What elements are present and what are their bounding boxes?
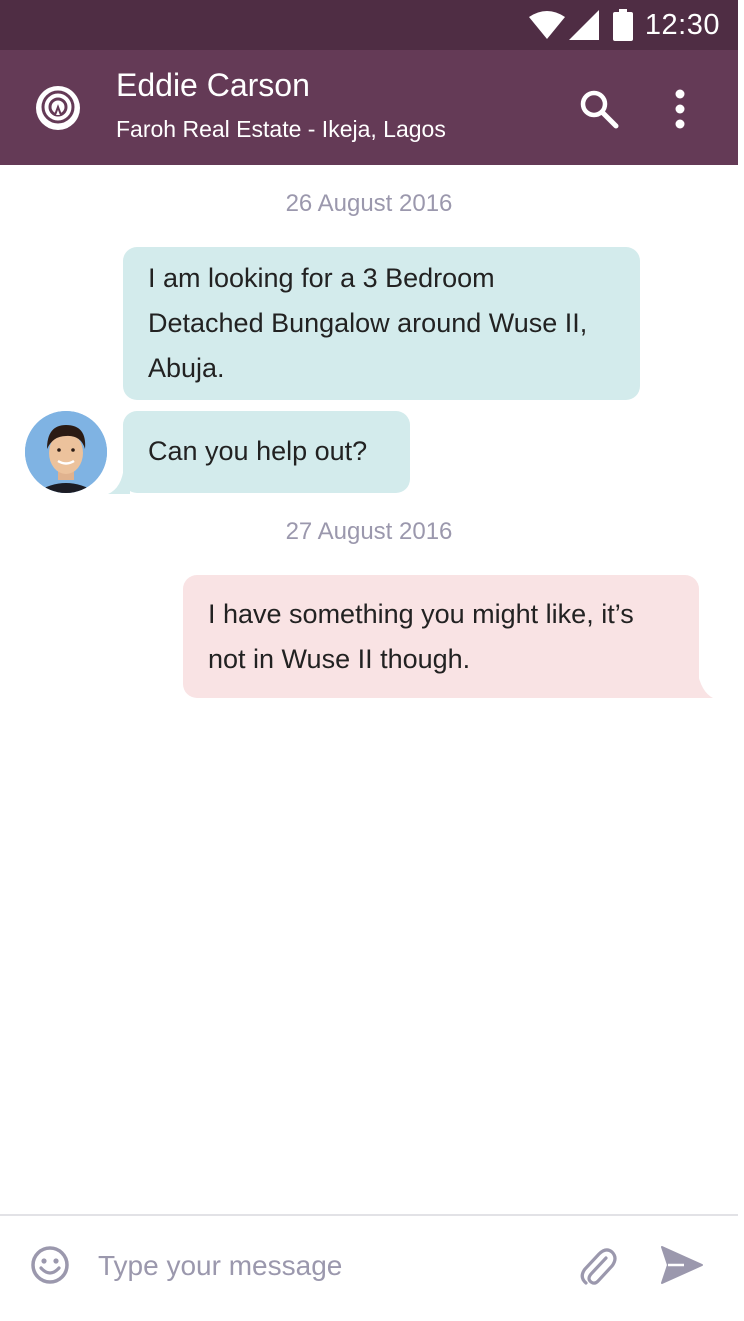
composer-divider (0, 1214, 738, 1216)
clock-time: 12:30 (644, 8, 720, 41)
signal-icon (568, 10, 599, 40)
message-bubble-outgoing[interactable]: I have something you might like, it’s no… (183, 575, 699, 698)
status-bar: 12:30 (0, 0, 738, 50)
message-input[interactable] (98, 1240, 558, 1292)
search-icon[interactable] (578, 88, 620, 130)
wifi-icon (528, 11, 565, 39)
emoji-icon[interactable] (30, 1245, 70, 1285)
avatar[interactable] (25, 411, 107, 493)
message-bubble-incoming[interactable]: I am looking for a 3 Bedroom Detached Bu… (123, 247, 640, 400)
more-vert-icon[interactable] (668, 88, 692, 130)
app-bar: Eddie Carson Faroh Real Estate - Ikeja, … (0, 50, 738, 165)
date-separator: 26 August 2016 (285, 190, 453, 217)
date-separator: 27 August 2016 (285, 518, 453, 545)
contact-subtitle: Faroh Real Estate - Ikeja, Lagos (116, 116, 446, 142)
status-icons: 12:30 (528, 8, 720, 42)
contact-name: Eddie Carson (116, 67, 310, 103)
battery-icon (612, 9, 633, 41)
send-icon[interactable] (660, 1245, 704, 1285)
message-bubble-incoming[interactable]: Can you help out? (123, 411, 410, 493)
app-logo-icon[interactable] (35, 85, 81, 131)
attach-icon[interactable] (578, 1244, 618, 1288)
